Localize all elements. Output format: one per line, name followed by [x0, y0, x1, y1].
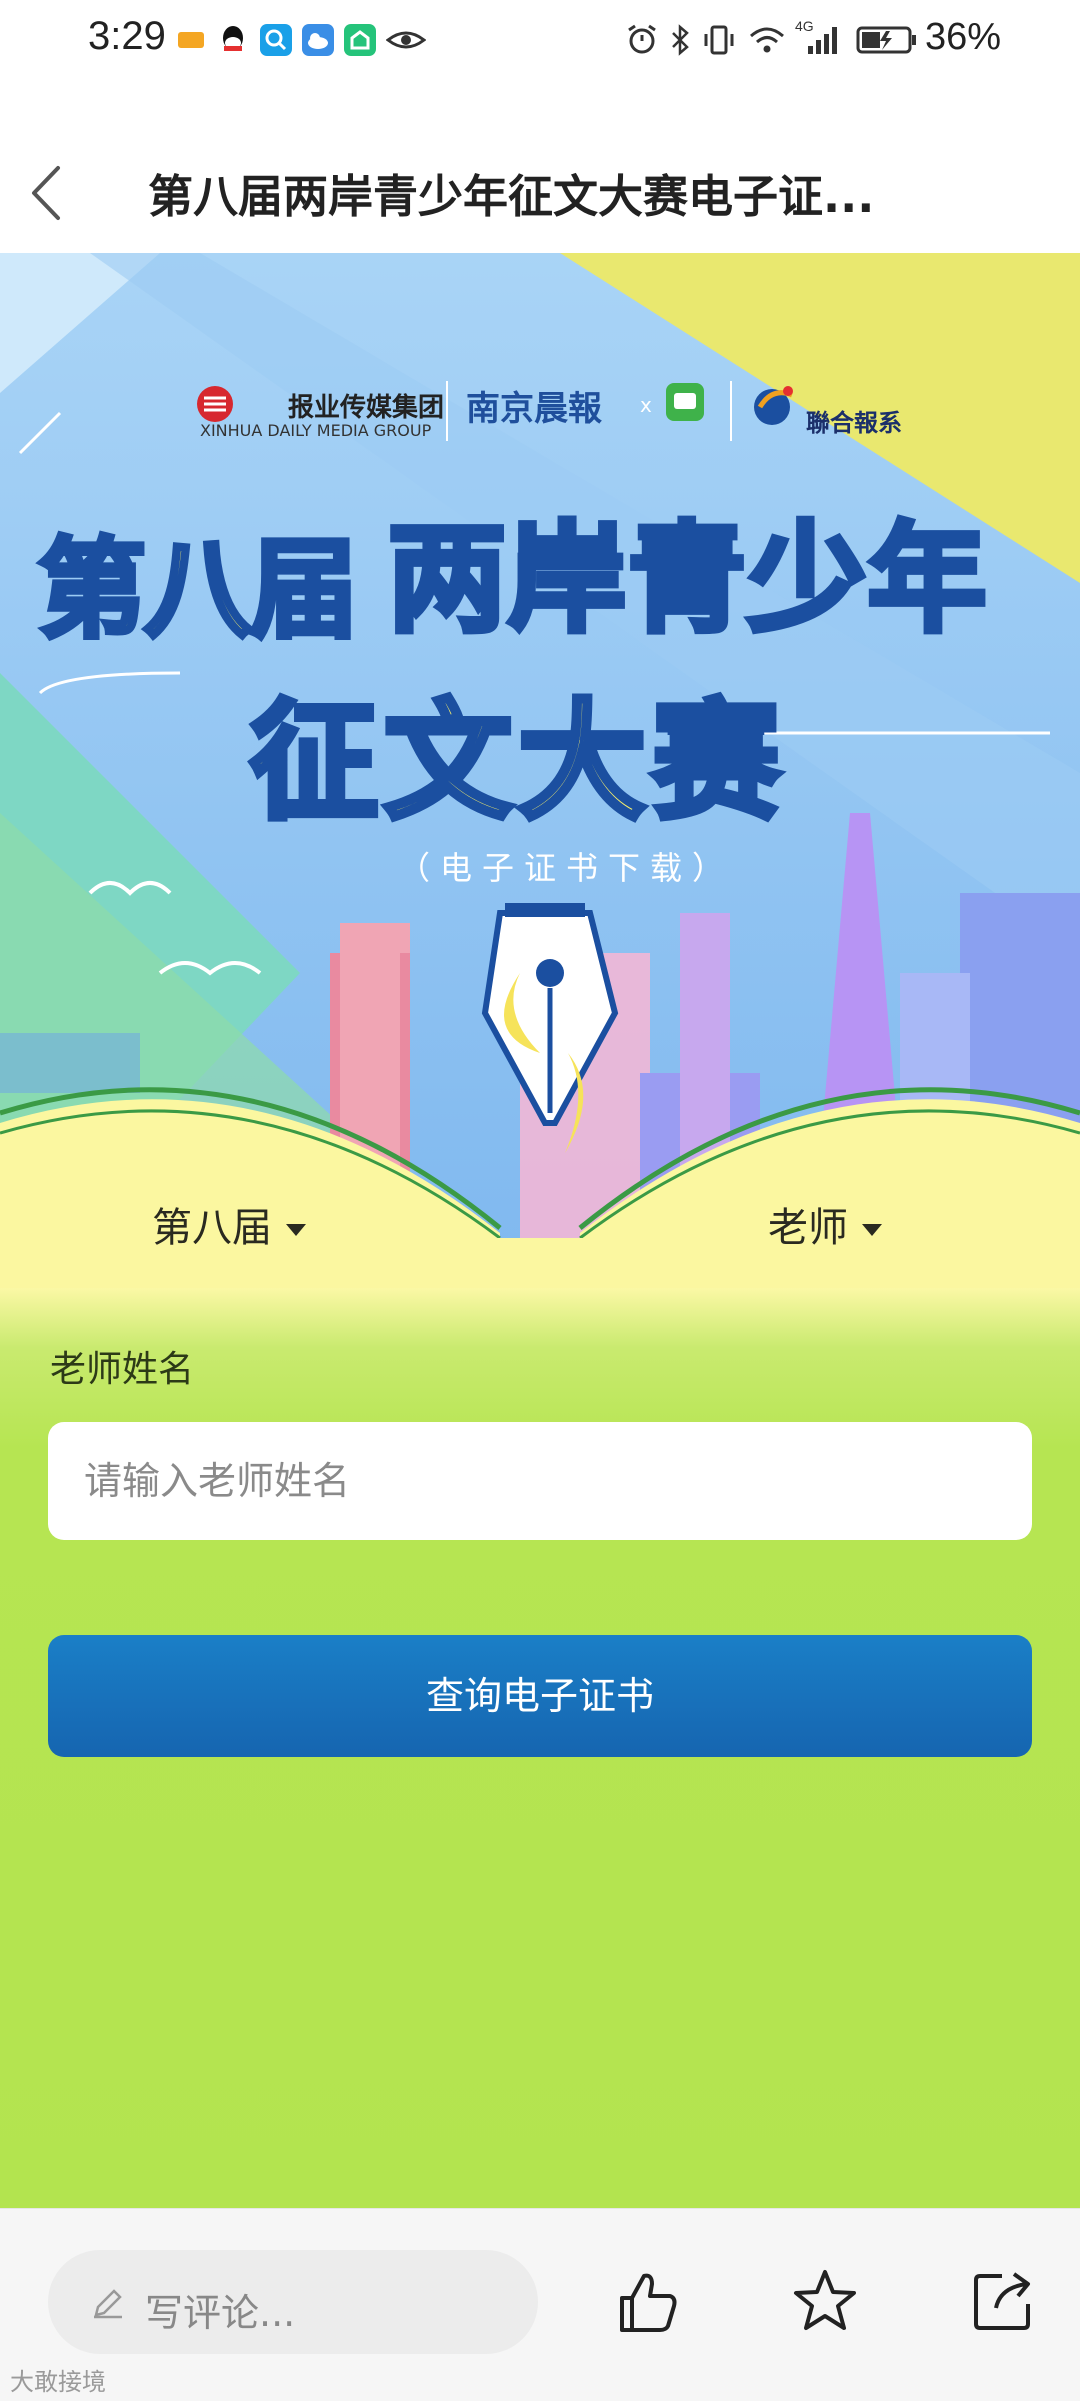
status-bar: 3:29 4G 36%	[0, 0, 1080, 80]
teacher-name-input[interactable]	[48, 1422, 1032, 1540]
battery-percent: 36%	[925, 16, 1002, 58]
chevron-down-icon	[862, 1224, 882, 1236]
pencil-icon	[94, 2289, 122, 2319]
query-certificate-button[interactable]: 查询电子证书	[48, 1635, 1032, 1757]
xinhua-logo-english: XINHUA DAILY MEDIA GROUP	[200, 421, 432, 440]
back-arrow-icon[interactable]	[20, 158, 80, 228]
battery-icon	[856, 26, 916, 54]
lianhe-logo-text: 聯合報系	[806, 409, 902, 437]
teacher-name-label: 老师姓名	[50, 1349, 195, 1390]
app-notification-icon	[178, 32, 204, 48]
role-selector[interactable]: 老师	[768, 1195, 882, 1253]
qq-icon	[223, 26, 243, 51]
star-icon[interactable]	[790, 2266, 860, 2336]
home-app-icon	[344, 24, 376, 56]
status-time: 3:29	[88, 14, 166, 58]
xinhua-logo-text: 报业传媒集团	[288, 393, 445, 423]
contest-banner: 报业传媒集团 XINHUA DAILY MEDIA GROUP 南京晨報 x 聯…	[0, 253, 1080, 1288]
role-selector-label: 老师	[768, 1205, 848, 1251]
lianhe-logo-icon	[754, 386, 793, 425]
alarm-icon	[628, 24, 656, 54]
like-icon[interactable]	[612, 2268, 682, 2338]
signal-icon	[808, 27, 837, 54]
watermark: 大敢接境	[10, 2368, 106, 2396]
banner-title-contest: 征文大赛	[247, 685, 787, 840]
session-selector[interactable]: 第八届	[152, 1195, 306, 1253]
logo-divider-2	[730, 381, 732, 441]
banner-title-main: 两岸青少年	[385, 507, 989, 651]
vibrate-icon	[704, 25, 734, 55]
share-icon[interactable]	[968, 2266, 1038, 2336]
app-logo-icon	[666, 383, 704, 421]
chevron-down-icon	[286, 1224, 306, 1236]
banner-title-session: 第八届	[35, 526, 360, 656]
search-app-icon	[260, 24, 292, 56]
bluetooth-icon	[672, 24, 689, 56]
session-selector-label: 第八届	[152, 1205, 272, 1251]
page-title: 第八届两岸青少年征文大赛电子证...	[148, 170, 875, 223]
logo-cross: x	[640, 393, 652, 417]
xinhua-logo-icon	[197, 386, 233, 422]
logo-divider	[446, 381, 448, 441]
nanjing-daily-logo: 南京晨報	[466, 389, 602, 429]
comment-placeholder: 写评论...	[145, 2291, 296, 2335]
banner-subtitle: （电子证书下载）	[398, 849, 735, 887]
cloud-app-icon	[302, 24, 334, 56]
wifi-icon	[750, 27, 784, 53]
eye-icon	[386, 31, 426, 49]
